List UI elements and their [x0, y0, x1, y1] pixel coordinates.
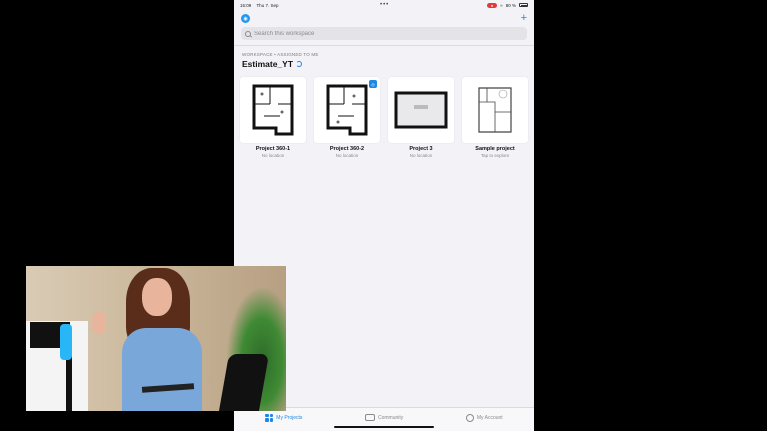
- battery-icon: [519, 3, 528, 7]
- search-bar[interactable]: [241, 27, 527, 40]
- project-title: Project 360-2: [329, 146, 365, 152]
- floorplan-thumbnail[interactable]: ◎: [314, 77, 380, 143]
- workspace-label: WORKSPACE • ASSIGNED TO ME: [242, 52, 319, 57]
- project-grid: Project 360-1 No location ◎ Project 360-…: [240, 77, 528, 158]
- project-subtitle: No location: [409, 153, 433, 158]
- project-subtitle: No location: [261, 153, 285, 158]
- webcam-overlay: [26, 266, 286, 411]
- status-time: 15:09: [240, 2, 252, 8]
- add-project-icon[interactable]: +: [521, 13, 527, 24]
- status-bar: 15:09 Thu 7. Sep ••• ● ≈ 80 %: [234, 0, 534, 10]
- home-indicator[interactable]: [334, 426, 434, 428]
- tab-label: My Account: [476, 414, 503, 421]
- divider: [234, 45, 534, 46]
- presenter-face: [142, 278, 172, 316]
- project-card[interactable]: Project 3 No location: [388, 77, 454, 158]
- workspace-name: Estimate_YT: [242, 59, 294, 69]
- floorplan-thumbnail[interactable]: [388, 77, 454, 143]
- chat-icon: [364, 414, 375, 421]
- presenter-body: [122, 328, 202, 411]
- status-date: Thu 7. Sep: [256, 2, 279, 8]
- search-icon: [245, 30, 251, 37]
- project-card[interactable]: Project 360-1 No location: [240, 77, 306, 158]
- tab-label: Community: [377, 414, 404, 421]
- recording-indicator-icon: ●: [486, 2, 498, 8]
- project-title: Sample project: [475, 146, 515, 152]
- webcam-360-camera: [60, 324, 72, 360]
- sync-icon[interactable]: [296, 61, 303, 67]
- 360-badge-icon: ◎: [369, 80, 377, 88]
- floorplan-thumbnail[interactable]: [240, 77, 306, 143]
- wifi-icon: ≈: [500, 2, 503, 8]
- project-subtitle: Tap to explore: [480, 153, 510, 158]
- tab-community[interactable]: Community: [364, 414, 404, 421]
- tab-my-account[interactable]: My Account: [465, 413, 503, 422]
- floorplan-icon: [326, 84, 368, 136]
- project-card[interactable]: ◎ Project 360-2 No location: [314, 77, 380, 158]
- project-title: Project 3: [409, 146, 433, 152]
- floorplan-thumbnail[interactable]: [462, 77, 528, 143]
- workspace-title[interactable]: Estimate_YT: [242, 59, 526, 69]
- top-bar: ◉ +: [234, 10, 534, 27]
- grid-icon: [265, 413, 274, 422]
- user-icon: [465, 413, 474, 422]
- tab-label: My Projects: [276, 414, 303, 421]
- presenter-hand: [92, 312, 106, 334]
- floorplan-icon: [394, 91, 448, 129]
- tab-my-projects[interactable]: My Projects: [265, 413, 303, 422]
- floorplan-icon: [252, 84, 294, 136]
- project-title: Project 360-1: [255, 146, 291, 152]
- app-logo-icon[interactable]: ◉: [241, 14, 250, 23]
- floorplan-icon: [478, 87, 512, 133]
- battery-percent: 80 %: [505, 2, 516, 8]
- screen-recording: 15:09 Thu 7. Sep ••• ● ≈ 80 % ◉ + WORKSP…: [0, 0, 767, 431]
- search-input[interactable]: [254, 30, 514, 37]
- project-card[interactable]: Sample project Tap to explore: [462, 77, 528, 158]
- multitask-dots-icon[interactable]: •••: [380, 2, 389, 8]
- webcam-presenter: [92, 268, 208, 411]
- project-subtitle: No location: [335, 153, 359, 158]
